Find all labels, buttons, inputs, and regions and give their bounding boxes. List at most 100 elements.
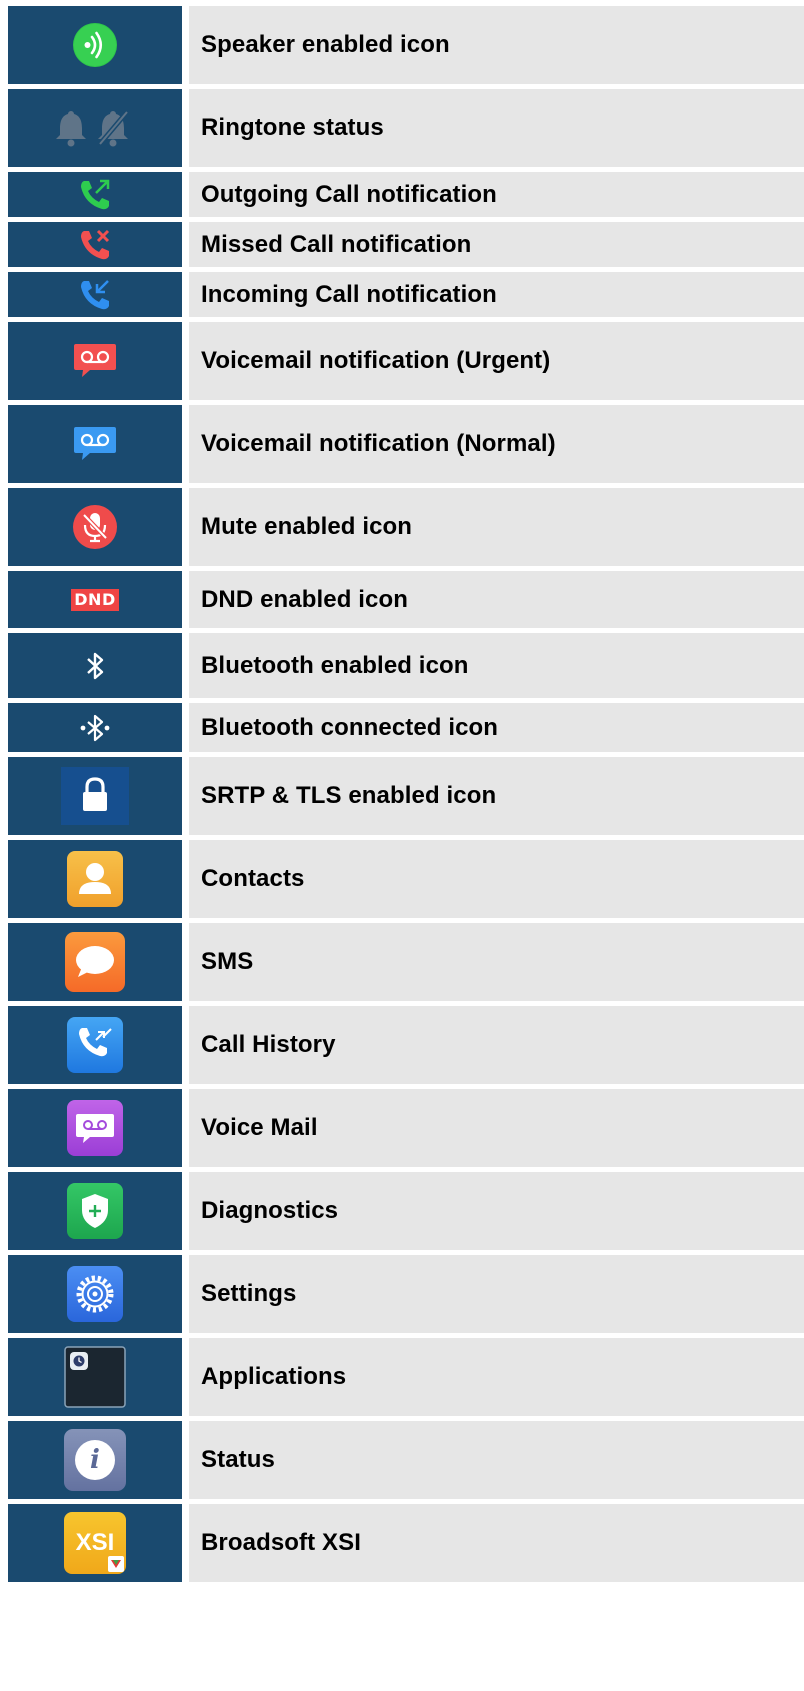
row-label: Mute enabled icon: [201, 513, 413, 540]
table-row: Diagnostics: [8, 1172, 804, 1250]
label-cell: Mute enabled icon: [189, 488, 804, 566]
icon-cell: [8, 1006, 182, 1084]
status-icon: i: [64, 1429, 126, 1491]
status-icon-text: i: [90, 1445, 100, 1475]
table-row: i Status: [8, 1421, 804, 1499]
row-label: Missed Call notification: [201, 230, 472, 258]
row-label: DND enabled icon: [201, 585, 408, 613]
table-row: XSI Broadsoft XSI: [8, 1504, 804, 1582]
bluetooth-connected-icon: [80, 714, 110, 741]
icon-cell: [8, 1338, 182, 1416]
label-cell: SRTP & TLS enabled icon: [189, 757, 804, 835]
row-label: Applications: [201, 1363, 347, 1390]
label-cell: Diagnostics: [189, 1172, 804, 1250]
label-cell: Settings: [189, 1255, 804, 1333]
xsi-icon-text: XSI: [75, 1529, 115, 1556]
row-label: Status: [201, 1446, 275, 1473]
label-cell: SMS: [189, 923, 804, 1001]
mute-icon: [73, 505, 117, 549]
row-label: Voicemail notification (Urgent): [201, 347, 551, 374]
row-label: SMS: [201, 948, 254, 975]
icon-cell: XSI: [8, 1504, 182, 1582]
contacts-icon: [67, 851, 123, 907]
table-row: Applications: [8, 1338, 804, 1416]
label-cell: Ringtone status: [189, 89, 804, 167]
label-cell: Missed Call notification: [189, 222, 804, 267]
table-row: DND DND enabled icon: [8, 571, 804, 628]
label-cell: Bluetooth enabled icon: [189, 633, 804, 698]
table-row: Outgoing Call notification: [8, 172, 804, 217]
label-cell: Voice Mail: [189, 1089, 804, 1167]
row-label: Settings: [201, 1280, 297, 1307]
table-row: Voicemail notification (Normal): [8, 405, 804, 483]
call-history-icon: [67, 1017, 123, 1073]
broadsoft-xsi-icon: XSI: [64, 1512, 126, 1574]
row-label: Call History: [201, 1031, 336, 1058]
row-label: SRTP & TLS enabled icon: [201, 782, 497, 809]
label-cell: Applications: [189, 1338, 804, 1416]
row-label: Speaker enabled icon: [201, 31, 450, 58]
lock-icon: [61, 767, 129, 825]
speaker-icon: [73, 23, 117, 67]
label-cell: Call History: [189, 1006, 804, 1084]
table-row: SRTP & TLS enabled icon: [8, 757, 804, 835]
icon-cell: [8, 703, 182, 752]
icon-cell: [8, 1172, 182, 1250]
icon-cell: i: [8, 1421, 182, 1499]
table-row: Voicemail notification (Urgent): [8, 322, 804, 400]
icon-cell: [8, 222, 182, 267]
label-cell: Outgoing Call notification: [189, 172, 804, 217]
table-row: SMS: [8, 923, 804, 1001]
row-label: Broadsoft XSI: [201, 1529, 361, 1556]
row-label: Diagnostics: [201, 1197, 339, 1224]
table-row: Settings: [8, 1255, 804, 1333]
label-cell: DND enabled icon: [189, 571, 804, 628]
outgoing-call-icon: [81, 179, 110, 209]
table-row: Speaker enabled icon: [8, 6, 804, 84]
label-cell: Voicemail notification (Normal): [189, 405, 804, 483]
label-cell: Speaker enabled icon: [189, 6, 804, 84]
icon-cell: [8, 405, 182, 483]
voice-mail-icon: [67, 1100, 123, 1156]
table-row: Call History: [8, 1006, 804, 1084]
table-row: Incoming Call notification: [8, 272, 804, 317]
label-cell: Contacts: [189, 840, 804, 918]
row-label: Ringtone status: [201, 114, 384, 141]
icon-cell: [8, 757, 182, 835]
table-row: Missed Call notification: [8, 222, 804, 267]
icon-cell: DND: [8, 571, 182, 628]
icon-cell: [8, 322, 182, 400]
voicemail-normal-icon: [74, 427, 116, 460]
table-row: Voice Mail: [8, 1089, 804, 1167]
label-cell: Voicemail notification (Urgent): [189, 322, 804, 400]
icon-cell: [8, 633, 182, 698]
table-row: Bluetooth connected icon: [8, 703, 804, 752]
icon-cell: [8, 488, 182, 566]
icon-cell: [8, 172, 182, 217]
table-row: Mute enabled icon: [8, 488, 804, 566]
row-label: Bluetooth enabled icon: [201, 651, 469, 679]
icon-cell: [8, 840, 182, 918]
icon-cell: [8, 272, 182, 317]
icon-cell: [8, 89, 182, 167]
icon-cell: [8, 6, 182, 84]
row-label: Incoming Call notification: [201, 280, 497, 308]
row-label: Bluetooth connected icon: [201, 713, 499, 741]
row-label: Voicemail notification (Normal): [201, 430, 556, 457]
settings-icon: [67, 1266, 123, 1322]
voicemail-urgent-icon: [74, 344, 116, 377]
dnd-icon-text: DND: [74, 589, 116, 609]
row-label: Contacts: [201, 865, 305, 892]
row-label: Voice Mail: [201, 1114, 318, 1141]
label-cell: Bluetooth connected icon: [189, 703, 804, 752]
diagnostics-icon: [67, 1183, 123, 1239]
bluetooth-icon: [87, 652, 104, 679]
bell-icon: [56, 110, 129, 147]
applications-icon: [64, 1346, 126, 1408]
incoming-call-icon: [81, 279, 109, 309]
label-cell: Incoming Call notification: [189, 272, 804, 317]
table-row: Contacts: [8, 840, 804, 918]
label-cell: Broadsoft XSI: [189, 1504, 804, 1582]
dnd-icon: DND: [71, 588, 119, 611]
table-row: Ringtone status: [8, 89, 804, 167]
